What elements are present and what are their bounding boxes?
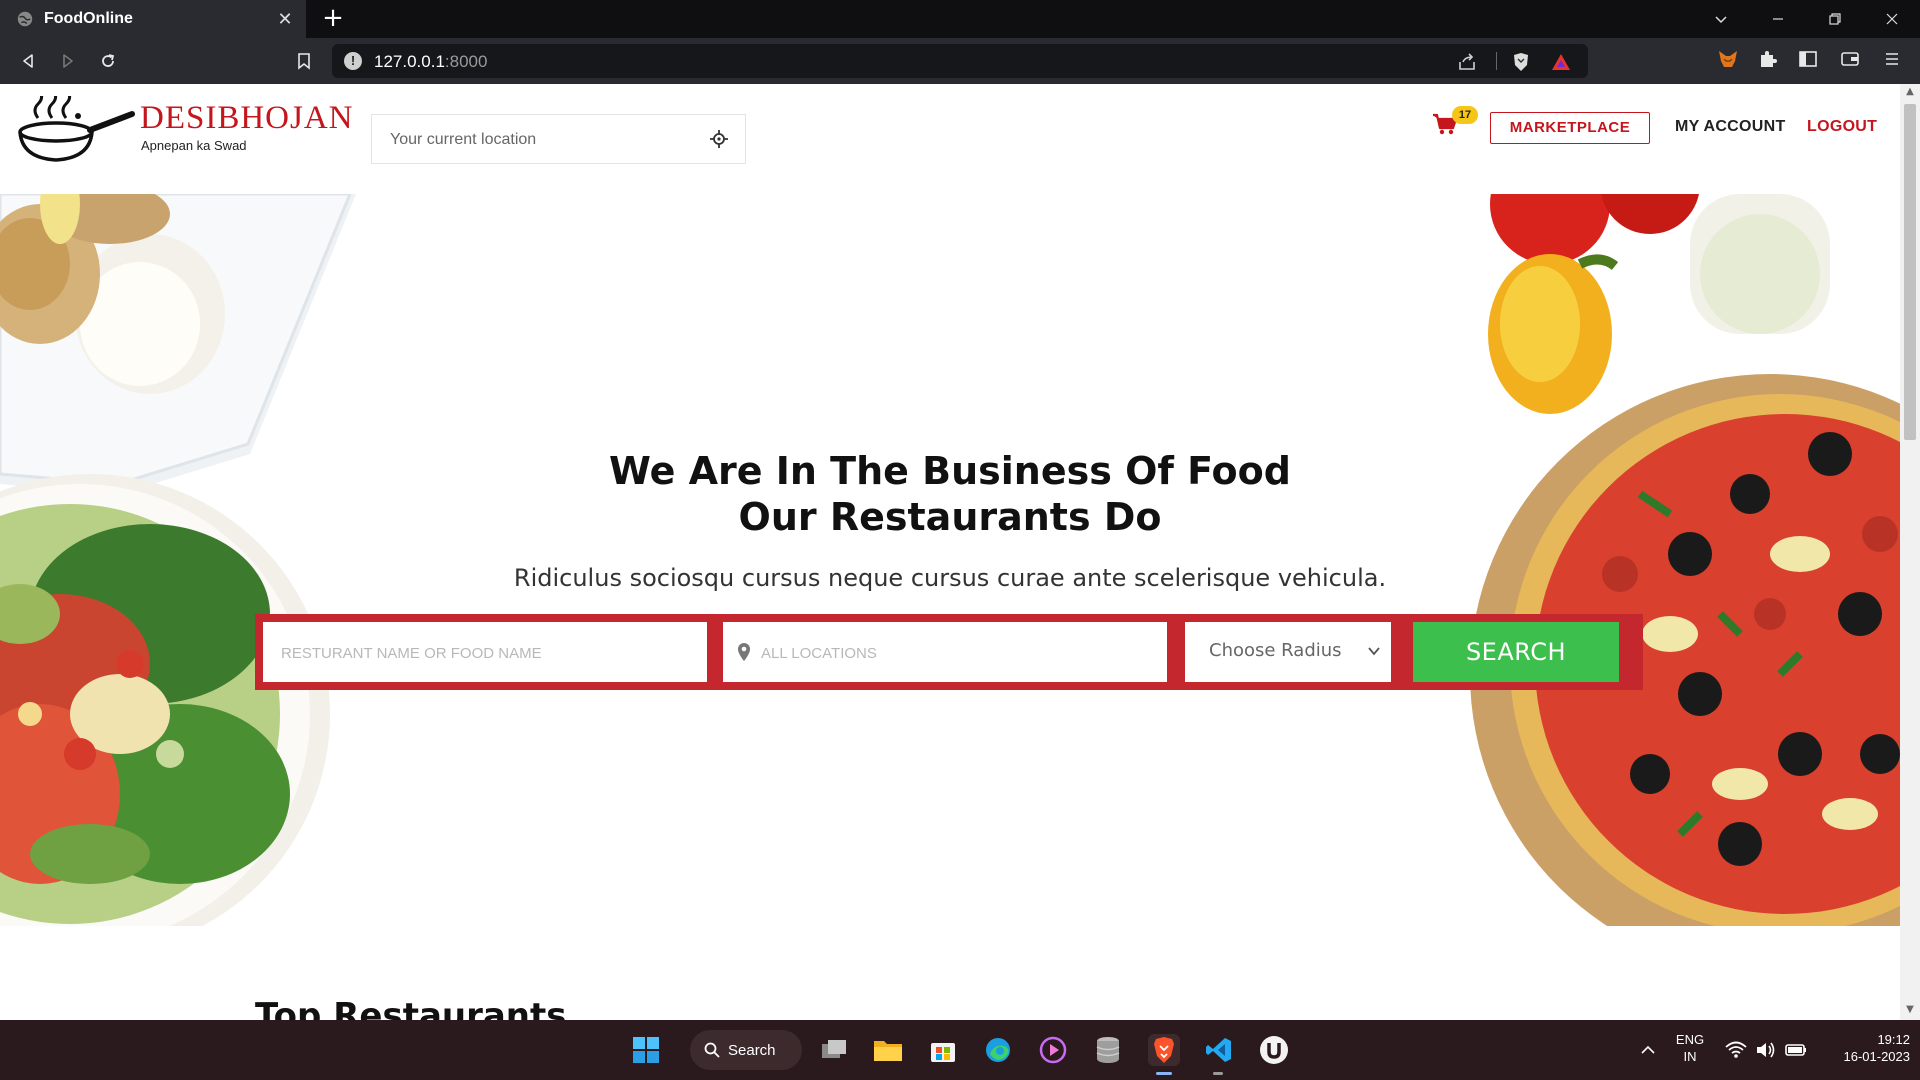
wifi-icon[interactable]	[1720, 1034, 1752, 1066]
radius-select-value: Choose Radius	[1209, 640, 1342, 661]
radius-select[interactable]: Choose Radius	[1185, 622, 1391, 682]
separator	[1496, 52, 1497, 70]
battery-icon[interactable]	[1780, 1034, 1812, 1066]
map-pin-icon	[738, 643, 750, 661]
file-explorer-icon[interactable]	[872, 1034, 904, 1066]
restore-button[interactable]	[1806, 0, 1863, 38]
restaurant-search-input[interactable]	[281, 640, 691, 666]
microsoft-store-icon[interactable]	[927, 1034, 959, 1066]
menu-icon[interactable]	[1880, 47, 1904, 71]
brand-name[interactable]: DESIBHOJAN	[140, 100, 354, 137]
marketplace-button[interactable]: MARKETPLACE	[1490, 112, 1650, 144]
pizza-and-vegetables-image	[1470, 194, 1900, 926]
running-app-indicator	[1213, 1072, 1223, 1075]
hero-title-line-2: Our Restaurants Do	[738, 495, 1162, 539]
taskbar-search-button[interactable]: Search	[690, 1030, 802, 1070]
vscode-icon[interactable]	[1203, 1034, 1235, 1066]
browser-toolbar: ! 127.0.0.1:8000	[0, 38, 1920, 84]
brand-tagline: Apnepan ka Swad	[141, 138, 247, 153]
media-player-icon[interactable]	[1037, 1034, 1069, 1066]
active-app-indicator	[1156, 1072, 1172, 1075]
current-location-input[interactable]	[390, 128, 690, 152]
globe-icon	[17, 11, 33, 27]
close-window-button[interactable]	[1863, 0, 1920, 38]
current-location-field[interactable]	[371, 114, 746, 164]
metamask-extension-icon[interactable]	[1716, 47, 1740, 71]
my-account-link[interactable]: MY ACCOUNT	[1675, 118, 1786, 136]
volume-icon[interactable]	[1750, 1034, 1782, 1066]
hero-title: We Are In The Business Of Food Our Resta…	[0, 448, 1900, 540]
sidebar-toggle-icon[interactable]	[1796, 47, 1820, 71]
language-code: ENG	[1675, 1032, 1705, 1047]
hero-subtitle: Ridiculus sociosqu cursus neque cursus c…	[513, 564, 1387, 592]
search-button[interactable]: SEARCH	[1413, 622, 1619, 682]
search-form: Choose Radius SEARCH	[255, 614, 1643, 690]
location-search-input[interactable]	[761, 640, 1151, 666]
tab-title: FoodOnline	[44, 10, 133, 27]
bookmark-icon	[298, 53, 310, 70]
top-restaurants-heading: Top Restaurants	[255, 996, 567, 1020]
hero-title-line-1: We Are In The Business Of Food	[609, 449, 1291, 493]
crosshair-icon[interactable]	[709, 129, 729, 149]
page-scrollbar[interactable]: ▲ ▼	[1900, 84, 1920, 1020]
database-icon[interactable]	[1092, 1034, 1124, 1066]
location-search-field[interactable]	[723, 622, 1167, 682]
scrollbar-thumb[interactable]	[1904, 104, 1916, 440]
site-header: DESIBHOJAN Apnepan ka Swad 17 MARKETPLAC…	[0, 84, 1900, 194]
browser-tab[interactable]: FoodOnline ✕	[0, 0, 306, 38]
reload-icon	[102, 54, 115, 67]
extensions-puzzle-icon[interactable]	[1756, 47, 1780, 71]
task-view-icon[interactable]	[818, 1034, 850, 1066]
forward-arrow-icon	[63, 54, 73, 68]
region-code: IN	[1683, 1049, 1697, 1064]
cooking-pot-logo[interactable]	[16, 96, 136, 168]
search-icon	[704, 1042, 720, 1058]
taskbar-search-label: Search	[728, 1041, 776, 1059]
clock-time: 19:12	[1877, 1032, 1910, 1047]
edge-browser-icon[interactable]	[982, 1034, 1014, 1066]
ubuntu-app-icon[interactable]	[1258, 1034, 1290, 1066]
web-page: DESIBHOJAN Apnepan ka Swad 17 MARKETPLAC…	[0, 84, 1900, 1020]
window-controls	[1692, 0, 1920, 38]
minimize-button[interactable]	[1749, 0, 1806, 38]
tab-close-icon[interactable]: ✕	[270, 9, 300, 30]
brave-shields-icon[interactable]	[1510, 51, 1532, 73]
bookmark-button[interactable]	[290, 47, 318, 75]
reload-button[interactable]	[94, 47, 122, 75]
windows-start-icon[interactable]	[630, 1034, 662, 1066]
restaurant-search-field[interactable]	[263, 622, 707, 682]
url-text[interactable]: 127.0.0.1:8000	[374, 52, 487, 72]
scroll-up-arrow-icon[interactable]: ▲	[1904, 86, 1916, 98]
address-bar[interactable]: ! 127.0.0.1:8000	[332, 44, 1588, 78]
brave-browser-taskbar-icon[interactable]	[1148, 1034, 1180, 1066]
hero-banner: We Are In The Business Of Food Our Resta…	[0, 194, 1900, 926]
share-icon[interactable]	[1456, 51, 1478, 73]
tab-search-chevron-icon[interactable]	[1692, 0, 1749, 38]
clock-date: 16-01-2023	[1843, 1049, 1911, 1064]
browser-tabbar: FoodOnline ✕ +	[0, 0, 1920, 38]
chevron-down-icon	[1368, 647, 1380, 656]
new-tab-button[interactable]: +	[318, 4, 348, 34]
forward-button[interactable]	[54, 47, 82, 75]
wallet-icon[interactable]	[1838, 47, 1862, 71]
logout-link[interactable]: LOGOUT	[1807, 118, 1877, 136]
scroll-down-arrow-icon[interactable]: ▼	[1904, 1004, 1916, 1016]
windows-taskbar: Search ENG IN 19:12 16-01-2023	[0, 1020, 1920, 1080]
cart-count-badge: 17	[1452, 106, 1478, 124]
site-info-icon[interactable]: !	[344, 52, 362, 70]
back-button[interactable]	[14, 47, 42, 75]
brave-rewards-icon[interactable]	[1550, 51, 1572, 73]
language-indicator[interactable]: ENG IN	[1670, 1032, 1710, 1064]
show-hidden-icons-chevron-icon[interactable]	[1632, 1034, 1664, 1066]
back-arrow-icon	[23, 54, 33, 68]
salad-plate-image	[0, 194, 356, 926]
clock[interactable]: 19:12 16-01-2023	[1822, 1032, 1911, 1064]
